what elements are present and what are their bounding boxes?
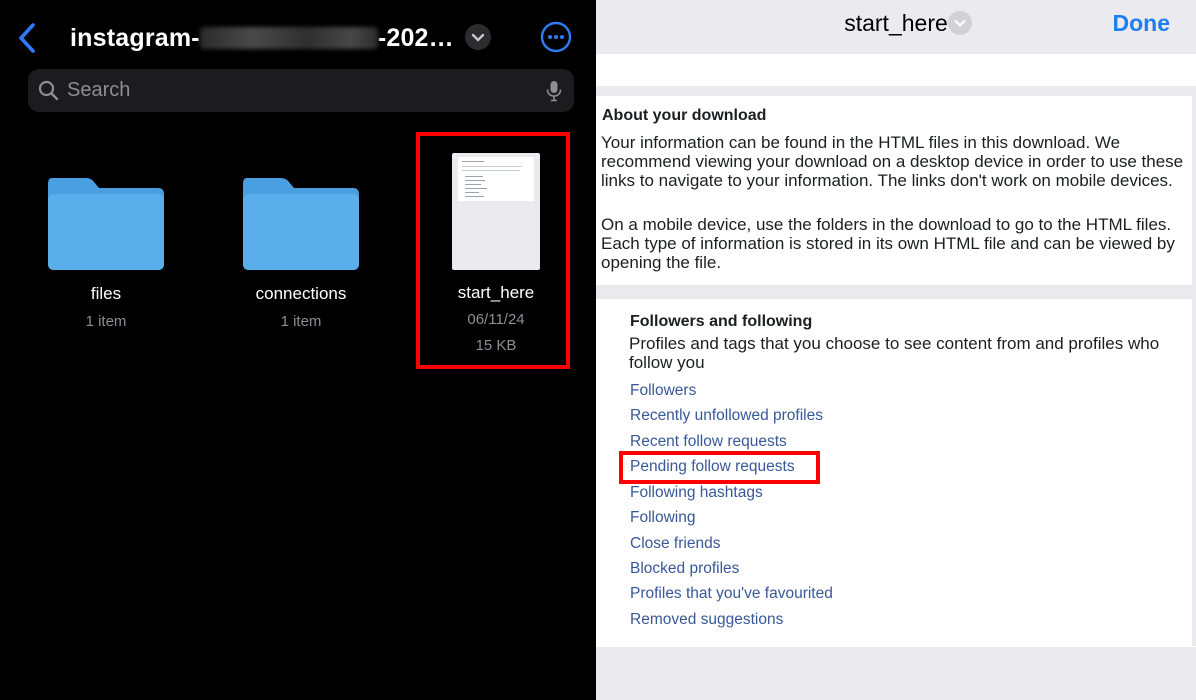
link-blocked-profiles[interactable]: Blocked profiles xyxy=(630,560,739,578)
followers-heading: Followers and following xyxy=(630,313,813,330)
link-favourited-profiles[interactable]: Profiles that you've favourited xyxy=(630,585,833,603)
link-recently-unfollowed[interactable]: Recently unfollowed profiles xyxy=(630,407,823,425)
document-thumbnail xyxy=(452,153,540,270)
html-viewer-pane: start_here Done About your download Your… xyxy=(596,0,1196,700)
viewer-title[interactable]: start_here xyxy=(844,10,948,36)
viewer-title-menu-button[interactable] xyxy=(948,11,972,35)
chevron-down-icon xyxy=(954,19,966,27)
about-paragraph-2: On a mobile device, use the folders in t… xyxy=(601,215,1175,272)
page-bottom-area xyxy=(596,647,1196,700)
search-placeholder: Search xyxy=(67,79,131,101)
redacted-username xyxy=(199,27,378,49)
page-right-edge xyxy=(1192,86,1196,646)
item-count: 1 item xyxy=(85,313,127,330)
link-pending-follow-requests[interactable]: Pending follow requests xyxy=(630,458,795,476)
more-options-button[interactable] xyxy=(540,21,572,53)
folder-title-suffix: -202… xyxy=(377,24,454,52)
item-name: files xyxy=(90,284,122,303)
search-field[interactable]: Search xyxy=(28,69,574,112)
link-following-hashtags[interactable]: Following hashtags xyxy=(630,484,763,502)
microphone-icon[interactable] xyxy=(546,80,562,102)
viewer-navbar: start_here Done xyxy=(596,0,1196,54)
about-heading: About your download xyxy=(602,107,767,124)
about-paragraph-1: Your information can be found in the HTM… xyxy=(601,133,1184,190)
viewer-title-wrap: start_here xyxy=(596,0,1196,46)
item-size: 15 KB xyxy=(475,337,517,354)
item-name: connections xyxy=(255,284,347,303)
link-followers[interactable]: Followers xyxy=(630,382,696,400)
folder-item-connections[interactable]: connections 1 item xyxy=(230,176,372,330)
item-count: 1 item xyxy=(280,313,322,330)
item-name: start_here xyxy=(457,283,535,302)
folder-title[interactable]: instagram- -202… xyxy=(70,20,454,56)
folder-icon xyxy=(48,178,164,270)
files-browser-pane: instagram- -202… Search files 1 item con… xyxy=(0,0,596,700)
card-separator xyxy=(596,285,1196,299)
card-separator xyxy=(596,86,1196,96)
ellipsis-circle-icon xyxy=(540,21,572,53)
item-date: 06/11/24 xyxy=(467,311,525,328)
chevron-left-icon xyxy=(19,23,35,53)
search-icon xyxy=(38,80,59,101)
link-removed-suggestions[interactable]: Removed suggestions xyxy=(630,611,783,629)
followers-description: Profiles and tags that you choose to see… xyxy=(629,334,1160,372)
done-button[interactable]: Done xyxy=(1113,0,1171,46)
folder-item-files[interactable]: files 1 item xyxy=(45,176,167,330)
link-recent-follow-requests[interactable]: Recent follow requests xyxy=(630,433,787,451)
title-menu-button[interactable] xyxy=(465,24,491,50)
link-close-friends[interactable]: Close friends xyxy=(630,535,720,553)
file-item-start-here[interactable]: start_here 06/11/24 15 KB xyxy=(434,153,558,354)
chevron-down-icon xyxy=(471,33,485,42)
link-following[interactable]: Following xyxy=(630,509,695,527)
folder-icon xyxy=(243,178,359,270)
folder-title-prefix: instagram- xyxy=(70,24,200,52)
back-button[interactable] xyxy=(14,20,42,56)
